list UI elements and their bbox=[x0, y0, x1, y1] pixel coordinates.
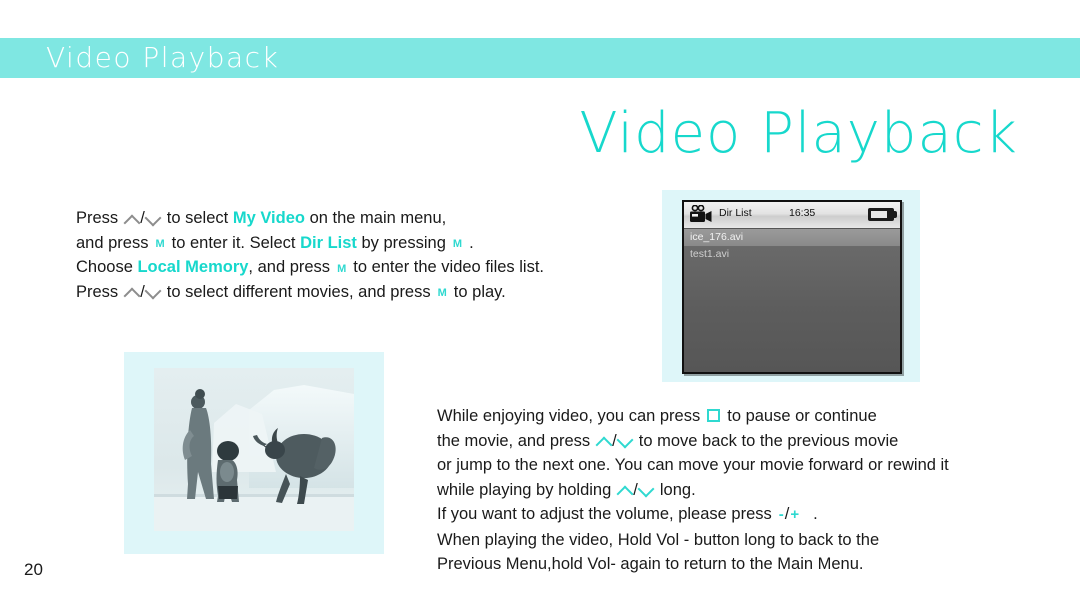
chevron-down-icon bbox=[618, 434, 632, 448]
instructions-bottom: While enjoying video, you can press to pa… bbox=[437, 404, 1037, 577]
chevron-up-icon bbox=[125, 212, 139, 226]
header-band-label: Video Playback bbox=[46, 41, 280, 74]
instr-8-text-a: while playing by holding bbox=[437, 480, 612, 499]
device-status-time: 16:35 bbox=[789, 207, 816, 219]
instruction-line-10: When playing the video, Hold Vol - butto… bbox=[437, 530, 880, 549]
instr-8-text-b: long. bbox=[659, 480, 696, 499]
chevron-down-icon bbox=[146, 212, 160, 226]
battery-icon bbox=[868, 208, 897, 221]
device-status-title: Dir List bbox=[719, 207, 752, 219]
instr-6-text-b: to move back to the previous movie bbox=[638, 431, 899, 450]
device-screenshot-panel: Dir List 16:35 ice_176.avi test1.avi bbox=[662, 190, 920, 382]
instr-4-text-c: to play. bbox=[453, 282, 506, 301]
video-camera-icon bbox=[689, 204, 713, 224]
instr-2-text-b: to enter it. Select bbox=[171, 233, 296, 252]
chevron-up-icon bbox=[125, 285, 139, 299]
m-button-icon: M bbox=[452, 238, 463, 251]
instr-9-text-b: . bbox=[813, 505, 818, 523]
list-item[interactable]: test1.avi bbox=[684, 246, 900, 263]
instr-3-text-c: to enter the video files list. bbox=[353, 258, 544, 276]
instruction-line-2: and press Mto enter it. Select Dir List b… bbox=[76, 231, 656, 256]
keyword-my-video: My Video bbox=[232, 209, 305, 227]
m-button-icon: M bbox=[155, 238, 165, 251]
pause-square-icon bbox=[707, 409, 721, 423]
instr-5-text-b: to pause or continue bbox=[727, 407, 877, 425]
volume-up-icon: + bbox=[790, 506, 800, 523]
instr-6-text-a: the movie, and press bbox=[437, 431, 591, 450]
instruction-line-6: the movie, and press / to move back to the… bbox=[437, 429, 1037, 454]
instruction-line-5: While enjoying video, you can press to pa… bbox=[437, 404, 1037, 429]
instr-1-text-a: Press bbox=[76, 209, 119, 227]
instruction-line-4: Press / to select different movies, and pr… bbox=[76, 280, 656, 305]
instr-4-text-b: to select different movies, and press bbox=[166, 282, 431, 301]
list-item[interactable]: ice_176.avi bbox=[684, 229, 900, 246]
instr-5-text-a: While enjoying video, you can press bbox=[437, 407, 701, 425]
instruction-line-7: or jump to the next one. You can move yo… bbox=[437, 456, 949, 474]
instr-3-text-b: , and press bbox=[248, 258, 331, 276]
device-screen: Dir List 16:35 ice_176.avi test1.avi bbox=[682, 200, 902, 374]
device-file-list: ice_176.avi test1.avi bbox=[684, 229, 900, 372]
keyword-dir-list: Dir List bbox=[300, 233, 357, 252]
m-button-icon: M bbox=[337, 262, 347, 275]
instr-1-text-c: on the main menu, bbox=[309, 209, 447, 227]
page-number: 20 bbox=[24, 560, 43, 579]
page-title: Video Playback bbox=[579, 101, 1018, 166]
chevron-down-icon bbox=[146, 285, 160, 299]
device-status-bar: Dir List 16:35 bbox=[684, 202, 900, 229]
battery-fill bbox=[871, 211, 887, 218]
instr-1-text-b: to select bbox=[166, 209, 229, 227]
keyword-local-memory: Local Memory bbox=[137, 258, 249, 276]
instruction-line-9: If you want to adjust the volume, please… bbox=[437, 502, 1037, 528]
instr-2-text-c: by pressing bbox=[361, 233, 446, 252]
instr-4-text-a: Press bbox=[76, 282, 119, 301]
chevron-up-icon bbox=[618, 483, 632, 497]
movie-still-image bbox=[154, 368, 354, 531]
instr-2-text-a: and press bbox=[76, 233, 149, 252]
m-button-icon: M bbox=[437, 287, 447, 300]
movie-still-panel bbox=[124, 352, 384, 554]
instruction-line-8: while playing by holding / long. bbox=[437, 478, 1037, 503]
chevron-up-icon bbox=[597, 434, 611, 448]
instructions-top: Press / to select My Video on the main men… bbox=[76, 206, 656, 304]
chevron-down-icon bbox=[639, 483, 653, 497]
instruction-line-3: Choose Local Memory, and press Mto enter … bbox=[76, 255, 656, 280]
instruction-line-11: Previous Menu,hold Vol- again to return … bbox=[437, 555, 864, 573]
instruction-line-1: Press / to select My Video on the main men… bbox=[76, 206, 656, 231]
instr-3-text-a: Choose bbox=[76, 258, 133, 276]
instr-9-text-a: If you want to adjust the volume, please… bbox=[437, 505, 772, 523]
instr-2-text-d: . bbox=[469, 233, 474, 252]
